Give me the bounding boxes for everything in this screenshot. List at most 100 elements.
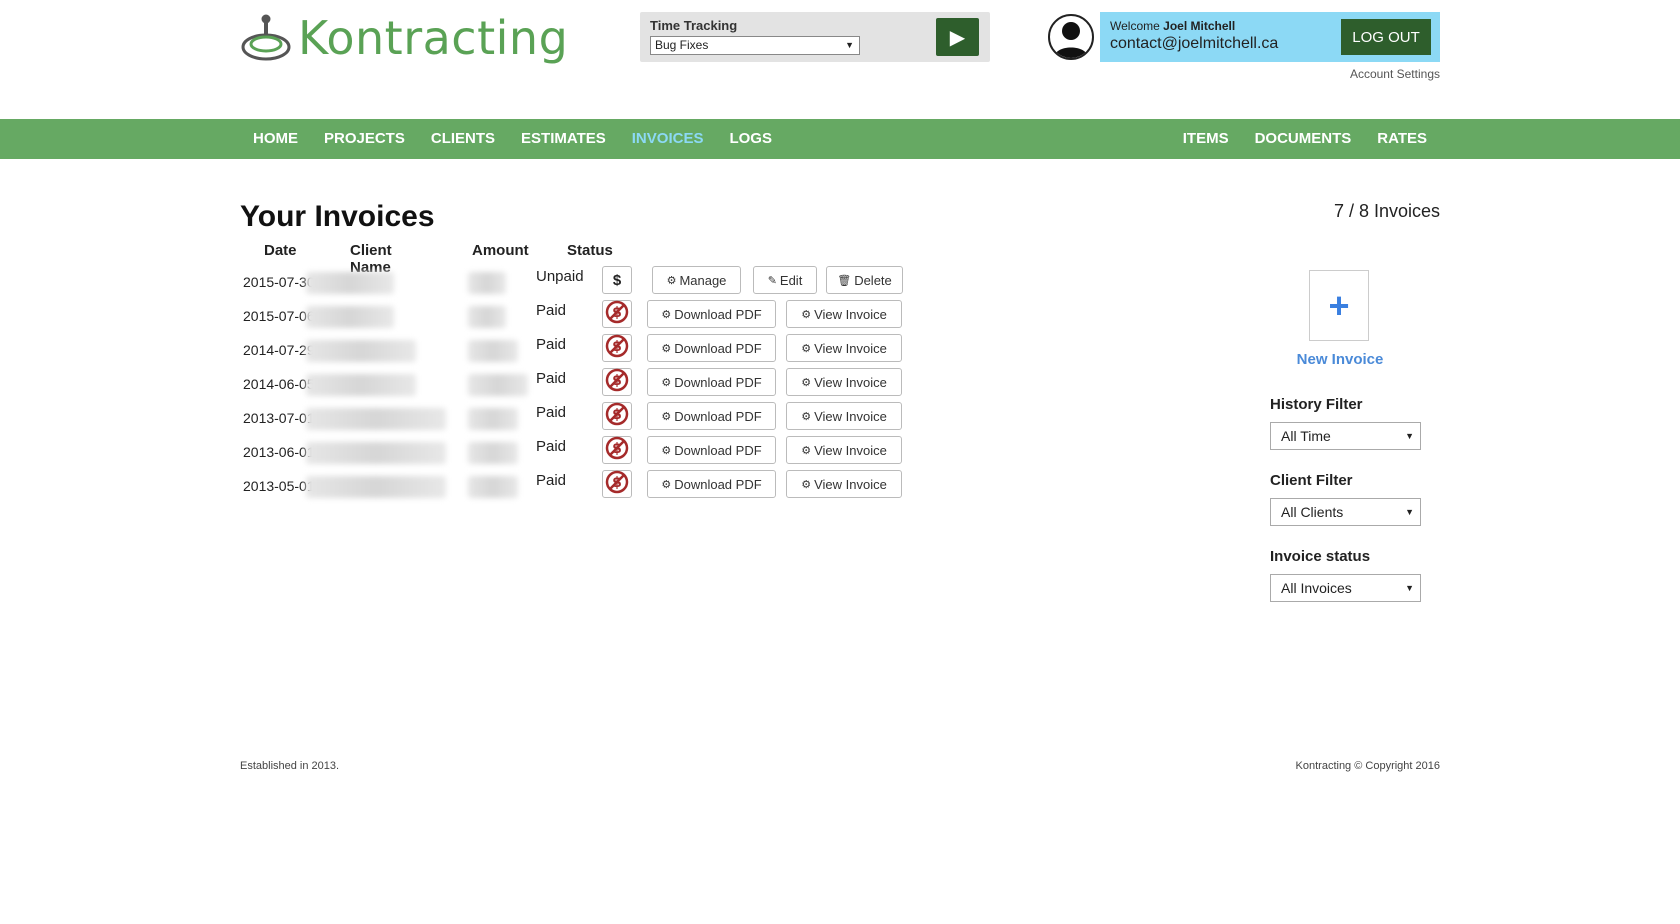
download-pdf-button[interactable]: ⚙ Download PDF (647, 436, 776, 464)
nav-item-rates[interactable]: RATES (1364, 119, 1440, 159)
paid-status-button[interactable]: $ (602, 334, 632, 362)
edit-button[interactable]: ✎ Edit (753, 266, 817, 294)
nav-item-estimates[interactable]: ESTIMATES (508, 119, 619, 159)
button-label: View Invoice (814, 340, 887, 356)
client-name-redacted (306, 408, 446, 430)
view-invoice-button[interactable]: ⚙ View Invoice (786, 402, 902, 430)
download-pdf-button[interactable]: ⚙ Download PDF (647, 470, 776, 498)
invoice-status: Paid (536, 370, 567, 387)
invoice-date: 2013-07-01 (243, 410, 315, 426)
amount-redacted (468, 442, 518, 464)
table-row: 2015-07-30 Unpaid $ ⚙ Manage ✎ Edit 🗑 Delete (240, 262, 940, 296)
nav-item-invoices[interactable]: INVOICES (619, 119, 717, 159)
new-invoice-button[interactable]: + (1309, 270, 1369, 341)
gears-icon: ⚙ (661, 308, 672, 321)
download-pdf-button[interactable]: ⚙ Download PDF (647, 300, 776, 328)
amount-redacted (468, 340, 518, 362)
button-label: Edit (779, 272, 803, 288)
invoice-status-value: All Invoices (1281, 580, 1352, 596)
table-row: 2014-06-05 Paid $ ⚙Download PDF ⚙View Invoic… (240, 364, 940, 398)
button-label: Download PDF (674, 442, 762, 458)
invoice-status: Unpaid (536, 268, 584, 285)
view-invoice-button[interactable]: ⚙ View Invoice (786, 470, 902, 498)
logo-icon (241, 14, 291, 61)
nav-item-documents[interactable]: DOCUMENTS (1242, 119, 1365, 159)
download-pdf-button[interactable]: ⚙ Download PDF (647, 402, 776, 430)
user-silhouette-icon (1054, 22, 1088, 58)
invoice-status: Paid (536, 336, 567, 353)
column-header-date: Date (264, 242, 297, 259)
gears-icon: ⚙ (801, 308, 812, 321)
dropdown-arrow-icon: ▼ (1405, 583, 1414, 593)
button-label: View Invoice (814, 442, 887, 458)
gears-icon: ⚙ (661, 478, 672, 491)
avatar (1048, 14, 1094, 60)
mark-paid-button[interactable]: $ (602, 266, 632, 294)
gears-icon: ⚙ (801, 342, 812, 355)
user-name: Joel Mitchell (1163, 19, 1236, 33)
nav-item-home[interactable]: HOME (240, 119, 311, 159)
invoice-status: Paid (536, 472, 567, 489)
start-timer-button[interactable]: ▶ (936, 18, 979, 56)
logo[interactable]: Kontracting (240, 12, 568, 64)
gears-icon: ⚙ (801, 444, 812, 457)
client-name-redacted (306, 442, 446, 464)
footer-established: Established in 2013. (240, 760, 340, 772)
download-pdf-button[interactable]: ⚙ Download PDF (647, 334, 776, 362)
nav-left: HOME PROJECTS CLIENTS ESTIMATES INVOICES LOGS (240, 119, 785, 159)
invoice-date: 2014-06-05 (243, 376, 315, 392)
new-invoice-link[interactable]: New Invoice (1270, 351, 1410, 368)
view-invoice-button[interactable]: ⚙ View Invoice (786, 436, 902, 464)
invoice-status: Paid (536, 302, 567, 319)
amount-redacted (468, 476, 518, 498)
invoice-status-select[interactable]: All Invoices ▼ (1270, 574, 1421, 602)
paid-status-button[interactable]: $ (602, 300, 632, 328)
delete-button[interactable]: 🗑 Delete (826, 266, 903, 294)
nav-item-projects[interactable]: PROJECTS (311, 119, 418, 159)
column-header-status: Status (567, 242, 613, 259)
table-row: 2013-07-01Paid$⚙Download PDF⚙View Invoic… (240, 398, 940, 432)
button-label: Delete (854, 272, 892, 288)
gears-icon: ⚙ (801, 478, 812, 491)
main-nav: HOME PROJECTS CLIENTS ESTIMATES INVOICES LOGS… (0, 119, 1680, 159)
amount-redacted (468, 374, 528, 396)
time-tracking-select[interactable]: Bug Fixes ▼ (650, 36, 860, 55)
table-row: 2014-07-29Paid$⚙Download PDF⚙View Invoic… (240, 330, 940, 364)
column-header-amount: Amount (472, 242, 529, 259)
nav-right: ITEMS DOCUMENTS RATES (1170, 119, 1440, 159)
client-name-redacted (306, 306, 394, 328)
nav-item-items[interactable]: ITEMS (1170, 119, 1242, 159)
view-invoice-button[interactable]: ⚙ View Invoice (786, 368, 902, 396)
manage-button[interactable]: ⚙ Manage (652, 266, 741, 294)
no-dollar-icon: $ (605, 334, 629, 363)
nav-item-clients[interactable]: CLIENTS (418, 119, 508, 159)
dropdown-arrow-icon: ▼ (1405, 431, 1414, 441)
paid-status-button[interactable]: $ (602, 470, 632, 498)
paid-status-button[interactable]: $ (602, 368, 632, 396)
paid-status-button[interactable]: $ (602, 402, 632, 430)
nav-item-logs[interactable]: LOGS (716, 119, 785, 159)
invoice-date: 2013-06-01 (243, 444, 315, 460)
gears-icon: ⚙ (661, 444, 672, 457)
history-filter-select[interactable]: All Time ▼ (1270, 422, 1421, 450)
download-pdf-button[interactable]: ⚙ Download PDF (647, 368, 776, 396)
button-label: Manage (679, 272, 727, 288)
button-label: Download PDF (674, 306, 762, 322)
invoice-status-label: Invoice status (1270, 548, 1371, 565)
history-filter-value: All Time (1281, 428, 1331, 444)
logout-button[interactable]: LOG OUT (1341, 19, 1431, 55)
gears-icon: ⚙ (666, 274, 677, 287)
gears-icon: ⚙ (661, 342, 672, 355)
view-invoice-button[interactable]: ⚙ View Invoice (786, 300, 902, 328)
table-row: 2015-07-06Paid$⚙Download PDF⚙View Invoic… (240, 296, 940, 330)
invoice-date: 2015-07-06 (243, 308, 315, 324)
button-label: View Invoice (814, 408, 887, 424)
client-filter-select[interactable]: All Clients ▼ (1270, 498, 1421, 526)
view-invoice-button[interactable]: ⚙ View Invoice (786, 334, 902, 362)
time-tracking-panel: Time Tracking Bug Fixes ▼ ▶ (640, 12, 990, 62)
client-name-redacted (306, 272, 394, 294)
account-settings-link[interactable]: Account Settings (1350, 67, 1440, 81)
paid-status-button[interactable]: $ (602, 436, 632, 464)
no-dollar-icon: $ (605, 470, 629, 499)
play-icon: ▶ (949, 26, 966, 49)
